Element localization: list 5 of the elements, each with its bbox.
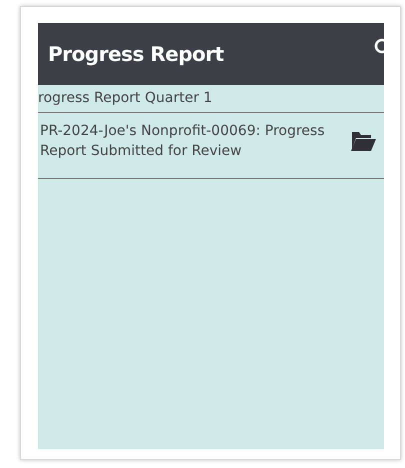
header-title: Progress Report: [48, 41, 224, 68]
item-title[interactable]: PR-2024-Joe's Nonprofit-00069: Progress Report Submitted for Review: [40, 121, 342, 162]
folder-icon[interactable]: [350, 130, 376, 152]
search-icon[interactable]: [373, 38, 384, 56]
group-label: rogress Report Quarter 1: [38, 85, 384, 113]
